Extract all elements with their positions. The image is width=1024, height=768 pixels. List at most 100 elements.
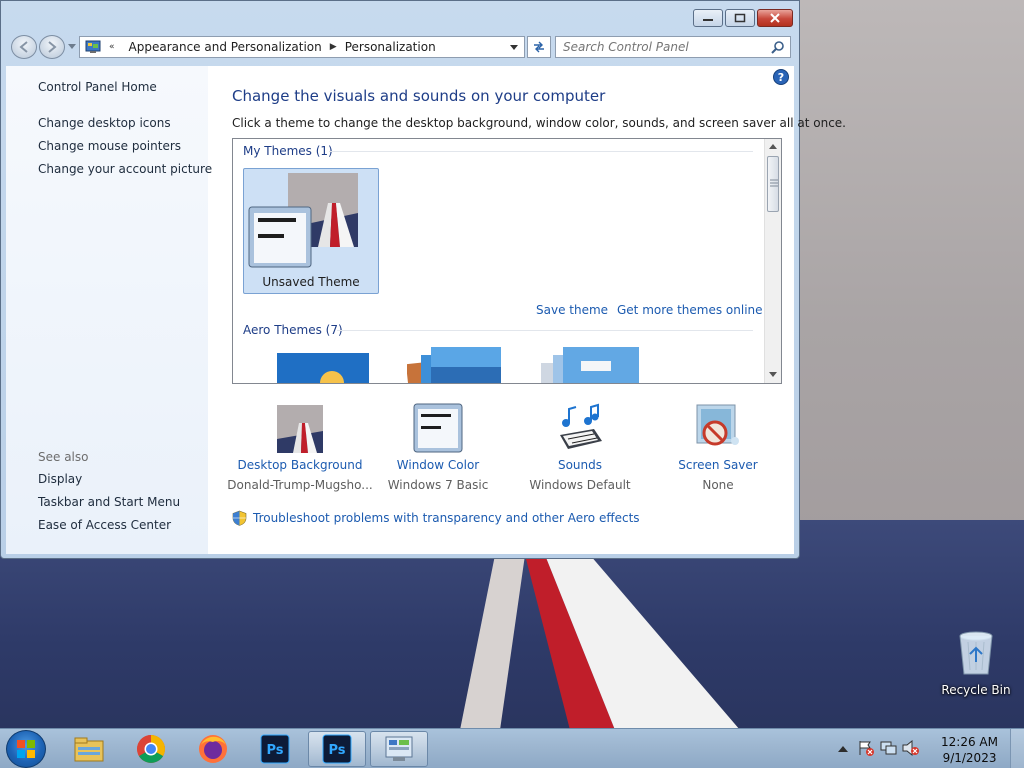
- breadcrumb-appearance[interactable]: Appearance and Personalization: [129, 40, 322, 54]
- show-hidden-icons-icon[interactable]: [838, 745, 848, 753]
- wallpaper-stripes: [460, 555, 739, 728]
- breadcrumb-personalization[interactable]: Personalization: [345, 40, 436, 54]
- caption-buttons: [693, 9, 793, 27]
- taskbar-firefox[interactable]: [184, 731, 242, 767]
- themes-scrollbar[interactable]: [764, 139, 781, 383]
- screen-saver-icon: [696, 404, 739, 446]
- taskbar-chrome[interactable]: [122, 731, 180, 767]
- clock-time: 12:26 AM: [941, 735, 998, 749]
- refresh-button[interactable]: [527, 36, 551, 58]
- recycle-bin-shortcut[interactable]: Recycle Bin: [940, 630, 1012, 697]
- forward-button[interactable]: [39, 35, 65, 59]
- address-bar[interactable]: « Appearance and Personalization ▶ Perso…: [79, 36, 525, 58]
- network-icon[interactable]: [880, 740, 898, 756]
- clock-date: 9/1/2023: [942, 751, 997, 765]
- aero-theme-thumbnail[interactable]: [407, 347, 503, 383]
- photoshop-icon: Ps: [322, 734, 352, 764]
- window-color-icon: [413, 403, 463, 453]
- windows-logo-icon: [17, 740, 35, 758]
- close-icon: [770, 13, 780, 23]
- change-account-picture-link[interactable]: Change your account picture: [38, 162, 212, 176]
- sounds-setting[interactable]: Sounds Windows Default: [505, 401, 655, 492]
- change-mouse-pointers-link[interactable]: Change mouse pointers: [38, 139, 181, 153]
- chrome-icon: [137, 735, 165, 763]
- troubleshoot-row[interactable]: Troubleshoot problems with transparency …: [232, 510, 640, 526]
- start-button[interactable]: [6, 730, 46, 768]
- desktop-background-icon: [277, 405, 323, 453]
- save-theme-link[interactable]: Save theme: [536, 303, 608, 317]
- screen-saver-setting[interactable]: Screen Saver None: [643, 401, 793, 492]
- page-description: Click a theme to change the desktop back…: [232, 116, 846, 130]
- taskbar-explorer[interactable]: [60, 731, 118, 767]
- navigation-bar: « Appearance and Personalization ▶ Perso…: [9, 35, 793, 59]
- scroll-down-icon[interactable]: [769, 372, 777, 378]
- control-panel-icon: [85, 40, 101, 53]
- unsaved-theme-label: Unsaved Theme: [262, 275, 360, 289]
- desktop-background-setting[interactable]: Desktop Background Donald-Trump-Mugsho..…: [225, 401, 375, 492]
- content-area: Control Panel Home Change desktop icons …: [6, 66, 846, 554]
- taskbar-start-menu-link[interactable]: Taskbar and Start Menu: [38, 495, 180, 509]
- scrollbar-thumb[interactable]: [767, 156, 779, 212]
- search-box[interactable]: [555, 36, 791, 58]
- search-icon[interactable]: [771, 40, 785, 54]
- refresh-icon: [534, 41, 544, 53]
- group-divider: [337, 330, 753, 331]
- display-link[interactable]: Display: [38, 472, 82, 486]
- scroll-up-icon[interactable]: [769, 144, 777, 150]
- file-explorer-icon: [74, 737, 104, 762]
- taskbar-control-panel[interactable]: [370, 731, 428, 767]
- recycle-bin-icon: [959, 631, 993, 675]
- taskbar: Ps Ps 12:26 AM 9/1/2023: [0, 728, 1024, 768]
- window-color-link[interactable]: Window Color: [363, 458, 513, 472]
- sounds-link[interactable]: Sounds: [505, 458, 655, 472]
- desktop-background-link[interactable]: Desktop Background: [225, 458, 375, 472]
- window-color-swatch: [248, 206, 312, 268]
- control-panel-home-link[interactable]: Control Panel Home: [38, 80, 157, 94]
- minimize-icon: [703, 19, 713, 21]
- desktop-background-value: Donald-Trump-Mugsho...: [227, 478, 373, 492]
- taskbar-photoshop-2[interactable]: Ps: [308, 731, 366, 767]
- breadcrumb-overflow-icon[interactable]: «: [109, 42, 115, 52]
- shield-icon: [232, 510, 247, 526]
- themes-list[interactable]: My Themes (1) Unsaved Theme Save theme G…: [232, 138, 782, 384]
- taskbar-photoshop-1[interactable]: Ps: [246, 731, 304, 767]
- maximize-button[interactable]: [725, 9, 755, 27]
- search-input[interactable]: [556, 37, 756, 57]
- ease-of-access-link[interactable]: Ease of Access Center: [38, 518, 171, 532]
- screen-saver-link[interactable]: Screen Saver: [643, 458, 793, 472]
- system-tray: 12:26 AM 9/1/2023: [834, 729, 1024, 768]
- recycle-bin-label: Recycle Bin: [941, 683, 1011, 697]
- troubleshoot-link[interactable]: Troubleshoot problems with transparency …: [253, 511, 640, 525]
- my-themes-header: My Themes (1): [243, 144, 333, 158]
- sounds-icon: [560, 403, 602, 449]
- recent-pages-icon[interactable]: [68, 44, 76, 50]
- show-desktop-button[interactable]: [1010, 729, 1024, 768]
- screen-saver-value: None: [702, 478, 734, 492]
- window-color-value: Windows 7 Basic: [387, 478, 489, 492]
- page-title: Change the visuals and sounds on your co…: [232, 87, 606, 105]
- back-button[interactable]: [11, 35, 37, 59]
- volume-muted-icon[interactable]: [902, 740, 920, 756]
- personalization-window: « Appearance and Personalization ▶ Perso…: [0, 0, 846, 559]
- action-center-icon[interactable]: [858, 740, 874, 756]
- close-button[interactable]: [757, 9, 793, 27]
- minimize-button[interactable]: [693, 9, 723, 27]
- change-desktop-icons-link[interactable]: Change desktop icons: [38, 116, 171, 130]
- group-divider: [329, 151, 753, 152]
- get-more-themes-link[interactable]: Get more themes online: [617, 303, 763, 317]
- sounds-value: Windows Default: [529, 478, 631, 492]
- clock[interactable]: 12:26 AM 9/1/2023: [941, 734, 998, 766]
- unsaved-theme-tile[interactable]: Unsaved Theme: [243, 168, 379, 294]
- aero-theme-thumbnail[interactable]: [277, 353, 369, 383]
- breadcrumb-separator-icon[interactable]: ▶: [330, 42, 337, 52]
- window-color-setting[interactable]: Window Color Windows 7 Basic: [363, 401, 513, 492]
- back-arrow-icon: [19, 41, 28, 53]
- forward-arrow-icon: [48, 41, 57, 53]
- help-icon[interactable]: ?: [773, 69, 789, 85]
- address-dropdown-icon[interactable]: [510, 45, 518, 51]
- grip-icon: [770, 179, 778, 187]
- aero-theme-thumbnail[interactable]: [541, 347, 641, 383]
- photoshop-icon: Ps: [260, 734, 290, 764]
- svg-text:Ps: Ps: [266, 743, 283, 758]
- firefox-icon: [199, 735, 227, 763]
